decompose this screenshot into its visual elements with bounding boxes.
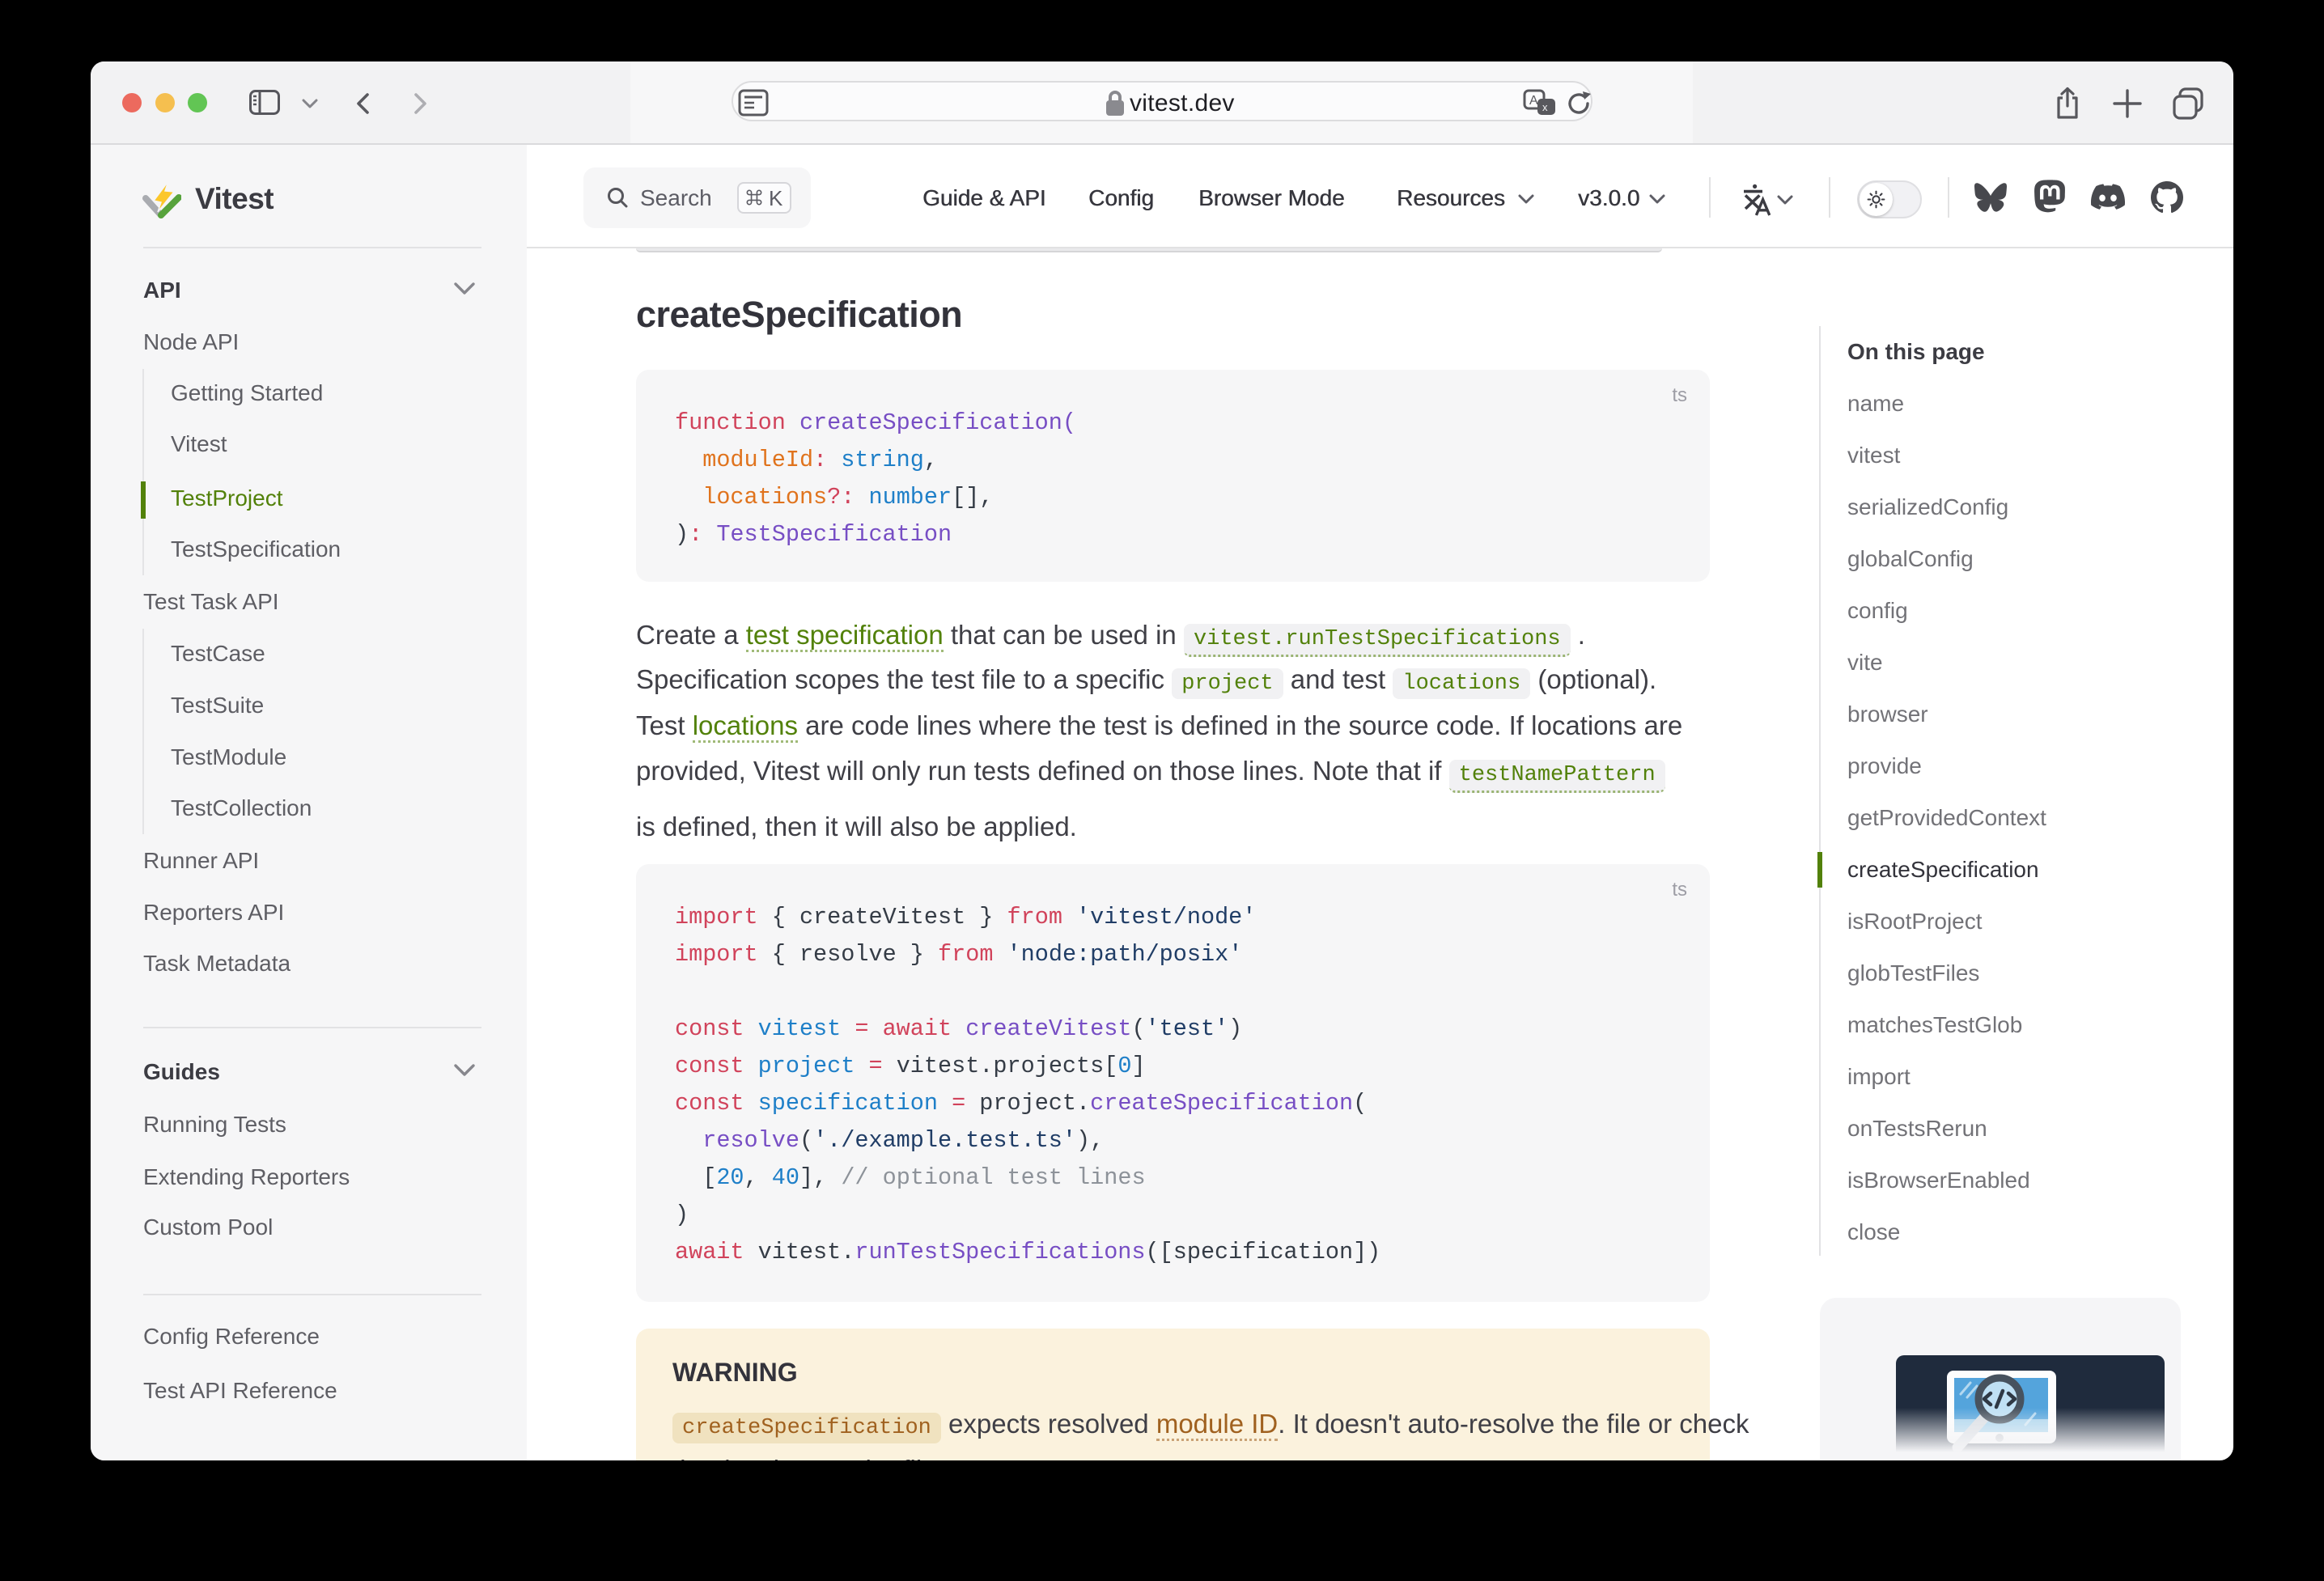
svg-text:A: A bbox=[1529, 94, 1538, 108]
svg-text:x: x bbox=[1542, 101, 1548, 113]
